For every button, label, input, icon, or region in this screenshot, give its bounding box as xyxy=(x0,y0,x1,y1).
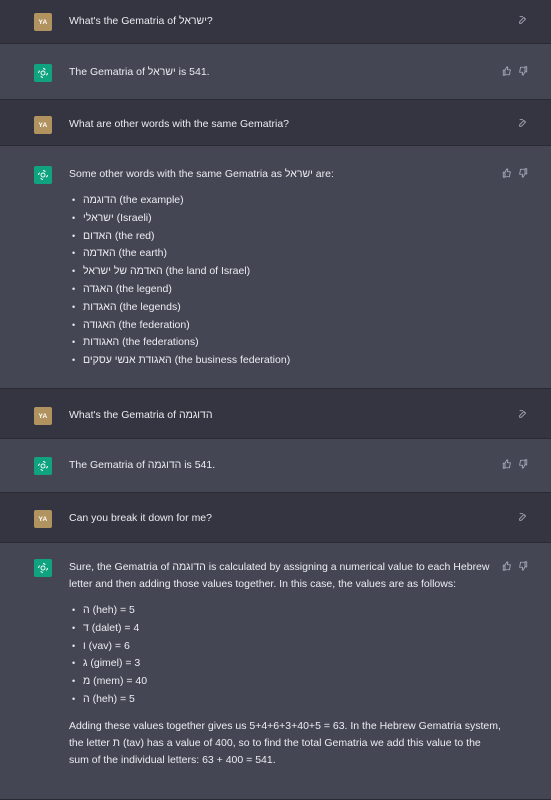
message-text: The Gematria of ישראל is 541. xyxy=(69,66,210,78)
user-message: YA What's the Gematria of הדוגמה xyxy=(0,389,551,439)
message-text: Can you break it down for me? xyxy=(69,512,212,524)
message-actions xyxy=(518,118,528,128)
assistant-message: The Gematria of הדוגמה is 541. xyxy=(0,439,551,493)
message-text: What's the Gematria of הדוגמה xyxy=(69,409,213,421)
list-item: ד (dalet) = 4 xyxy=(69,620,501,638)
user-avatar: YA xyxy=(34,510,52,528)
message-actions xyxy=(502,168,528,178)
message-actions xyxy=(502,561,528,571)
list-item: מ (mem) = 40 xyxy=(69,673,501,691)
list-item: ה (heh) = 5 xyxy=(69,602,501,620)
word-list: הדוגמה (the example) ישראלי (Israeli) הא… xyxy=(69,192,521,370)
list-item: ה (heh) = 5 xyxy=(69,691,501,709)
thumbs-down-icon[interactable] xyxy=(518,66,528,76)
list-item: האגודת אנשי עסקים (the business federati… xyxy=(69,352,521,370)
message-text: What's the Gematria of ישראל? xyxy=(69,15,213,27)
list-item: האדום (the red) xyxy=(69,228,521,246)
message-actions xyxy=(502,459,528,469)
openai-logo-icon xyxy=(34,457,52,475)
user-message: YA Can you break it down for me? xyxy=(0,493,551,543)
user-message: YA What's the Gematria of ישראל? xyxy=(0,0,551,44)
message-intro: Sure, the Gematria of הדוגמה is calculat… xyxy=(69,561,490,590)
list-item: הדוגמה (the example) xyxy=(69,192,521,210)
thumbs-up-icon[interactable] xyxy=(502,66,512,76)
user-avatar: YA xyxy=(34,13,52,31)
list-item: האדמה (the earth) xyxy=(69,245,521,263)
thumbs-down-icon[interactable] xyxy=(518,561,528,571)
thumbs-up-icon[interactable] xyxy=(502,459,512,469)
openai-logo-icon xyxy=(34,64,52,82)
edit-icon[interactable] xyxy=(518,15,528,25)
assistant-message: Some other words with the same Gematria … xyxy=(0,146,551,389)
message-content: Sure, the Gematria of הדוגמה is calculat… xyxy=(69,559,521,769)
user-message: YA What are other words with the same Ge… xyxy=(0,100,551,146)
list-item: האגודות (the federations) xyxy=(69,334,521,352)
edit-icon[interactable] xyxy=(518,409,528,419)
list-item: האדמה של ישראל (the land of Israel) xyxy=(69,263,521,281)
message-actions xyxy=(502,66,528,76)
thumbs-up-icon[interactable] xyxy=(502,561,512,571)
list-item: ג (gimel) = 3 xyxy=(69,655,501,673)
letter-value-list: ה (heh) = 5 ד (dalet) = 4 ו (vav) = 6 ג … xyxy=(69,602,501,709)
thumbs-down-icon[interactable] xyxy=(518,459,528,469)
list-item: האגדה (the legend) xyxy=(69,281,521,299)
assistant-message: Sure, the Gematria of הדוגמה is calculat… xyxy=(0,543,551,800)
openai-logo-icon xyxy=(34,166,52,184)
message-actions xyxy=(518,512,528,522)
list-item: ישראלי (Israeli) xyxy=(69,210,521,228)
thumbs-up-icon[interactable] xyxy=(502,168,512,178)
list-item: האגודה (the federation) xyxy=(69,317,521,335)
edit-icon[interactable] xyxy=(518,512,528,522)
message-actions xyxy=(518,409,528,419)
list-item: ו (vav) = 6 xyxy=(69,638,501,656)
message-text: What are other words with the same Gemat… xyxy=(69,118,290,130)
list-item: האגדות (the legends) xyxy=(69,299,521,317)
message-content: Some other words with the same Gematria … xyxy=(69,166,521,370)
edit-icon[interactable] xyxy=(518,118,528,128)
message-conclusion: Adding these values together gives us 5+… xyxy=(69,719,501,766)
thumbs-down-icon[interactable] xyxy=(518,168,528,178)
user-avatar: YA xyxy=(34,407,52,425)
openai-logo-icon xyxy=(34,559,52,577)
message-text: The Gematria of הדוגמה is 541. xyxy=(69,459,216,471)
user-avatar: YA xyxy=(34,116,52,134)
assistant-message: The Gematria of ישראל is 541. xyxy=(0,44,551,100)
message-intro: Some other words with the same Gematria … xyxy=(69,168,334,180)
message-actions xyxy=(518,15,528,25)
